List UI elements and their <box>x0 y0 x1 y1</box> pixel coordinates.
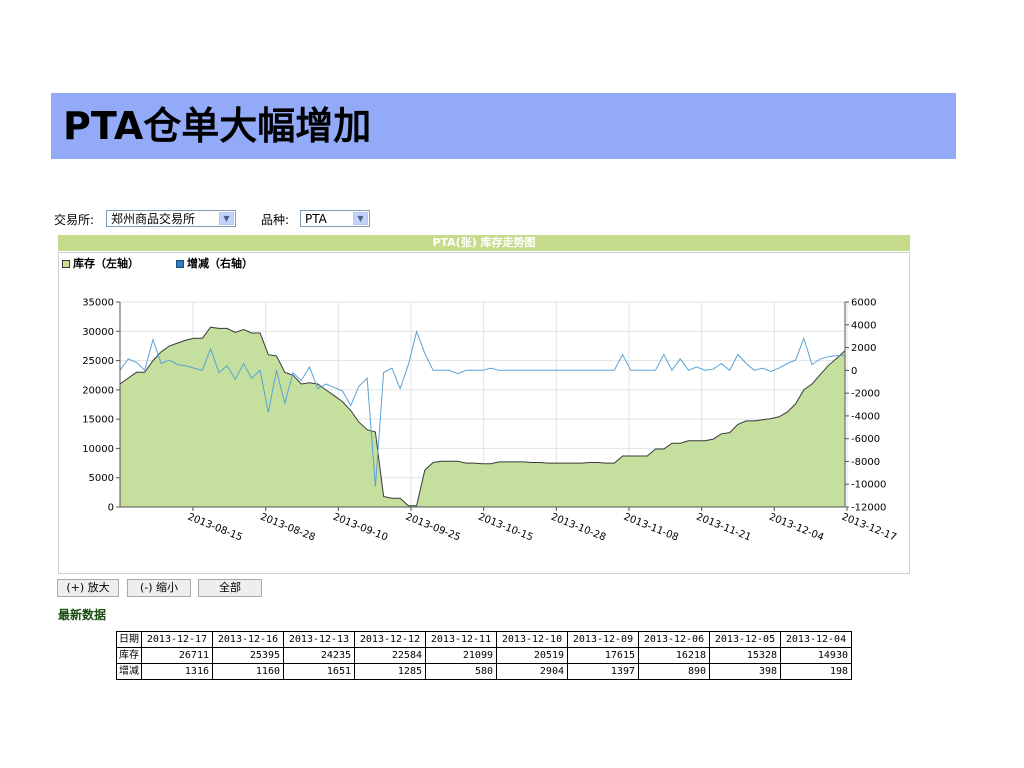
table-cell: 890 <box>638 663 710 680</box>
y-right-tick-label: 4000 <box>851 320 876 331</box>
chevron-down-icon[interactable]: ▼ <box>219 212 234 225</box>
show-all-button[interactable]: 全部 <box>198 579 262 597</box>
y-left-tick-label: 0 <box>108 503 114 514</box>
table-cell: 15328 <box>709 647 781 664</box>
y-left-tick-label: 35000 <box>82 298 114 309</box>
x-tick-label: 2013-09-25 <box>404 512 462 544</box>
y-right-tick-label: -6000 <box>851 434 880 445</box>
x-tick-label: 2013-12-04 <box>767 512 825 544</box>
x-tick-label: 2013-11-08 <box>622 512 680 544</box>
inventory-area <box>120 327 845 507</box>
table-cell: 580 <box>425 663 497 680</box>
table-cell: 398 <box>709 663 781 680</box>
x-tick-label: 2013-11-21 <box>695 512 753 544</box>
variety-select[interactable]: PTA ▼ <box>300 210 370 227</box>
table-cell: 21099 <box>425 647 497 664</box>
table-cell: 2013-12-11 <box>425 631 497 648</box>
table-cell: 16218 <box>638 647 710 664</box>
table-cell: 2013-12-04 <box>780 631 852 648</box>
slide-title: PTA仓单大幅增加 <box>63 104 372 148</box>
table-cell: 25395 <box>212 647 284 664</box>
y-right-tick-label: -10000 <box>851 480 886 491</box>
table-cell: 2013-12-16 <box>212 631 284 648</box>
y-left-tick-label: 20000 <box>82 385 114 396</box>
x-tick-label: 2013-08-28 <box>259 512 317 544</box>
table-cell: 1316 <box>141 663 213 680</box>
chart-title: PTA(张) 库存走势图 <box>58 235 910 251</box>
table-cell: 22584 <box>354 647 426 664</box>
y-left-tick-label: 10000 <box>82 444 114 455</box>
y-left-tick-label: 15000 <box>82 415 114 426</box>
inventory-chart: 05000100001500020000250003000035000-1200… <box>82 298 898 544</box>
table-row-label: 增减 <box>116 663 142 680</box>
table-cell: 198 <box>780 663 852 680</box>
slide-title-bar: PTA仓单大幅增加 <box>51 93 956 159</box>
x-tick-label: 2013-10-28 <box>549 512 607 544</box>
table-cell: 2904 <box>496 663 568 680</box>
table-cell: 2013-12-13 <box>283 631 355 648</box>
table-cell: 1285 <box>354 663 426 680</box>
variety-select-value: PTA <box>305 212 327 226</box>
y-right-tick-label: -2000 <box>851 389 880 400</box>
zoom-in-button[interactable]: (+) 放大 <box>57 579 119 597</box>
x-tick-label: 2013-08-15 <box>186 512 244 544</box>
y-left-tick-label: 25000 <box>82 356 114 367</box>
y-right-tick-label: 2000 <box>851 343 876 354</box>
y-right-tick-label: -8000 <box>851 457 880 468</box>
exchange-label: 交易所: <box>54 213 95 227</box>
zoom-out-button[interactable]: (-) 缩小 <box>127 579 191 597</box>
table-cell: 2013-12-10 <box>496 631 568 648</box>
table-cell: 2013-12-17 <box>141 631 213 648</box>
table-row-inventory: 库存 26711 25395 24235 22584 21099 20519 17615 162… <box>116 647 852 664</box>
table-cell: 2013-12-12 <box>354 631 426 648</box>
latest-data-table: 日期 2013-12-17 2013-12-16 2013-12-13 2013-12-… <box>116 631 852 680</box>
table-cell: 20519 <box>496 647 568 664</box>
table-row-label: 日期 <box>116 631 142 648</box>
table-cell: 1397 <box>567 663 639 680</box>
table-row-change: 增减 1316 1160 1651 1285 580 2904 1397 890 398 198 <box>116 663 852 680</box>
table-cell: 1160 <box>212 663 284 680</box>
table-cell: 24235 <box>283 647 355 664</box>
y-left-tick-label: 30000 <box>82 327 114 338</box>
table-row-label: 库存 <box>116 647 142 664</box>
y-right-tick-label: 6000 <box>851 298 876 309</box>
x-tick-label: 2013-10-15 <box>477 512 535 544</box>
y-right-tick-label: -12000 <box>851 503 886 514</box>
y-right-tick-label: -4000 <box>851 411 880 422</box>
y-right-tick-label: 0 <box>851 366 857 377</box>
table-cell: 1651 <box>283 663 355 680</box>
table-cell: 2013-12-09 <box>567 631 639 648</box>
x-tick-label: 2013-12-17 <box>840 512 898 544</box>
x-tick-label: 2013-09-10 <box>331 512 389 544</box>
table-row-dates: 日期 2013-12-17 2013-12-16 2013-12-13 2013-12-… <box>116 631 852 648</box>
table-cell: 2013-12-05 <box>709 631 781 648</box>
exchange-select-value: 郑州商品交易所 <box>111 212 196 226</box>
table-cell: 17615 <box>567 647 639 664</box>
exchange-select[interactable]: 郑州商品交易所 ▼ <box>106 210 236 227</box>
table-cell: 14930 <box>780 647 852 664</box>
table-cell: 26711 <box>141 647 213 664</box>
variety-label: 品种: <box>261 213 290 227</box>
y-left-tick-label: 5000 <box>89 473 114 484</box>
latest-data-title: 最新数据 <box>58 608 107 622</box>
table-cell: 2013-12-06 <box>638 631 710 648</box>
chevron-down-icon[interactable]: ▼ <box>353 212 368 225</box>
